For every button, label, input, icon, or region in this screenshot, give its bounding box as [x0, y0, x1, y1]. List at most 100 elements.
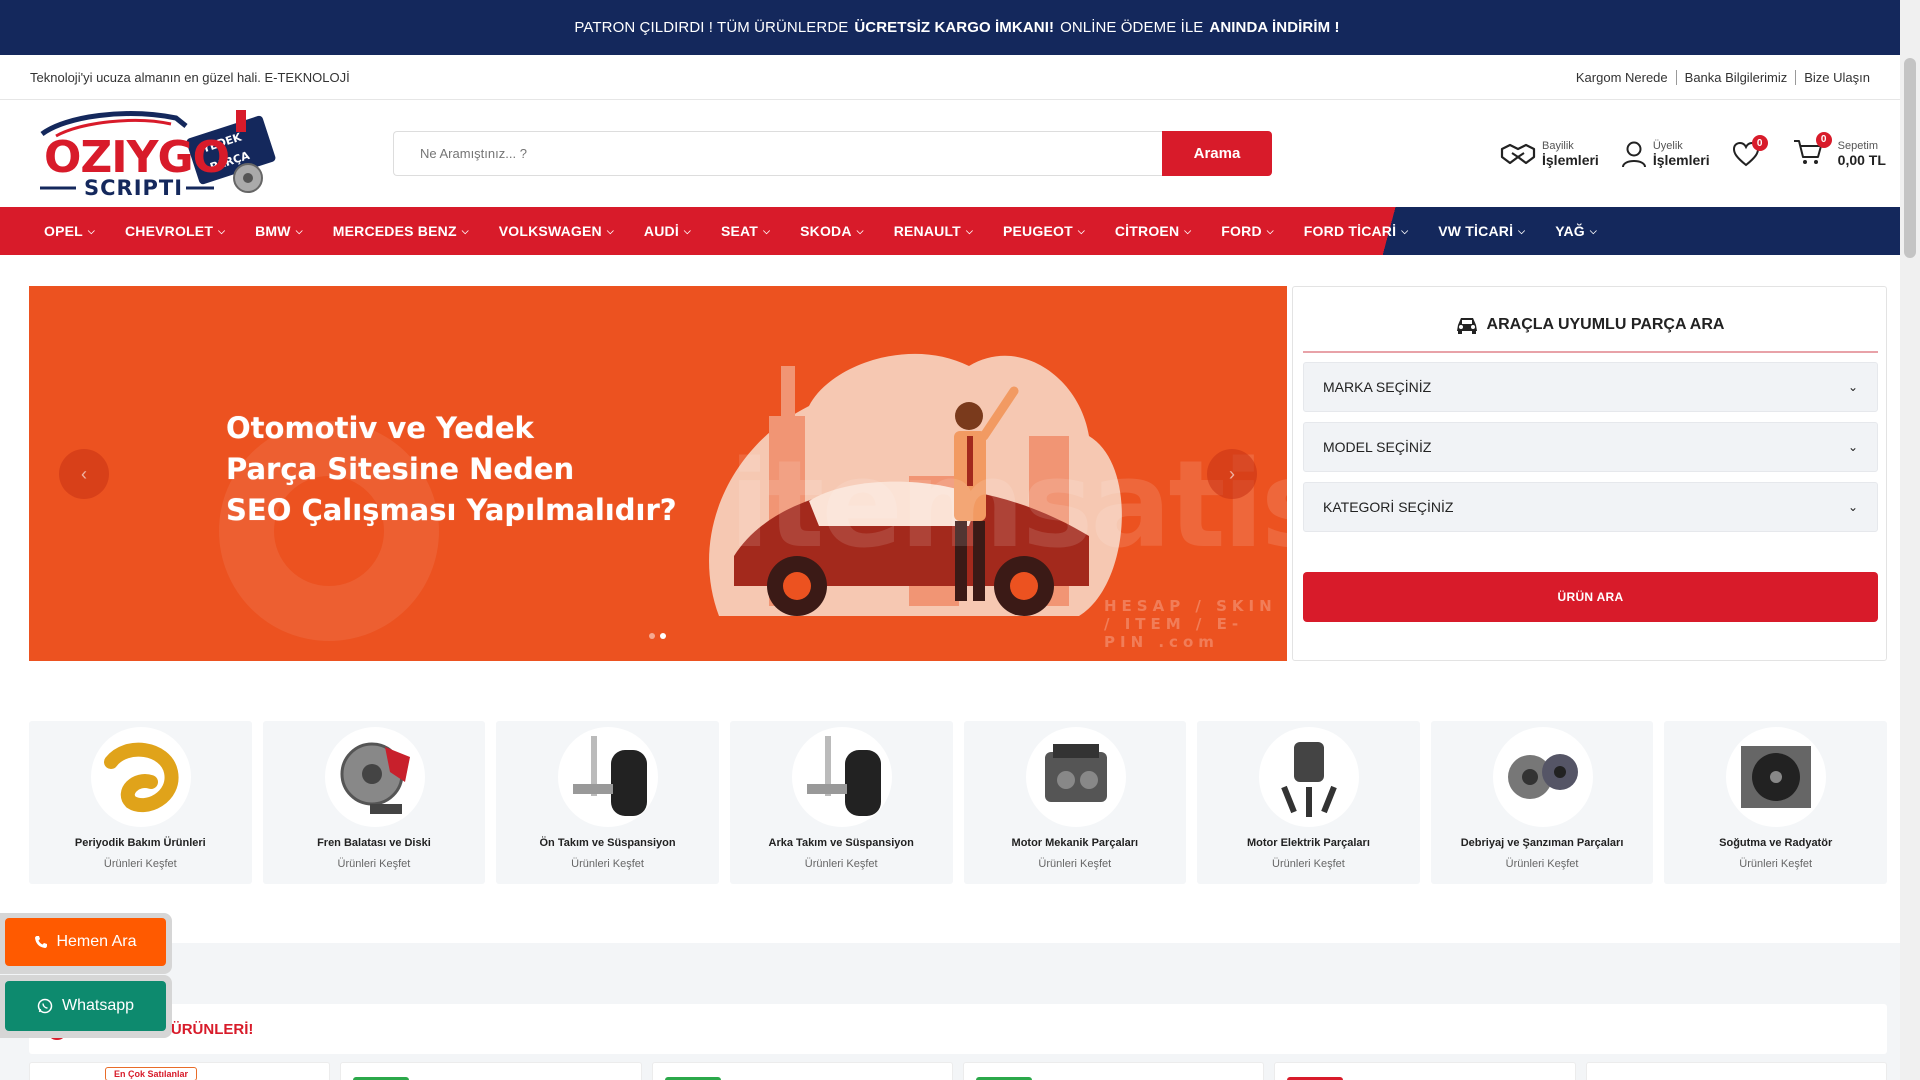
chevron-left-icon: ‹ — [81, 463, 87, 484]
ignition-parts-image — [1259, 727, 1360, 827]
product-card[interactable] — [340, 1062, 642, 1080]
info-bar: Teknoloji'yi ucuza almanın en güzel hali… — [0, 55, 1900, 100]
nav-label: FORD TİCARİ — [1303, 223, 1397, 239]
category-card[interactable]: Arka Takım ve Süspansiyon Ürünleri Keşfe… — [729, 721, 953, 884]
category-card[interactable]: Soğutma ve Radyatör Ürünleri Keşfet — [1664, 721, 1887, 884]
nav-ford-ticari[interactable]: FORD TİCARİ ⌵ — [1304, 223, 1408, 239]
search-button[interactable]: Arama — [1162, 131, 1272, 176]
front-suspension-image — [558, 727, 659, 827]
category-link[interactable]: Ürünleri Keşfet — [1431, 858, 1654, 870]
logo-subtext: SCRIPTI — [84, 176, 184, 200]
nav-ford[interactable]: FORD ⌵ — [1221, 223, 1274, 239]
product-card[interactable] — [962, 1062, 1265, 1080]
category-name: Arka Takım ve Süspansiyon — [768, 837, 914, 849]
member-link[interactable]: Üyelik İşlemleri — [1621, 140, 1710, 169]
category-card[interactable]: Debriyaj ve Şanzıman Parçaları Ürünleri … — [1430, 721, 1654, 884]
link-kargom-nerede[interactable]: Kargom Nerede — [1568, 69, 1677, 85]
nav-label: OPEL — [44, 223, 83, 239]
category-card[interactable]: Ön Takım ve Süspansiyon Ürünleri Keşfet — [496, 721, 719, 884]
category-link[interactable]: Ürünleri Keşfet — [263, 858, 486, 870]
oil-image — [91, 727, 191, 827]
scrollbar-thumb[interactable] — [1904, 58, 1916, 258]
chevron-down-icon: ⌵ — [1401, 225, 1409, 236]
slide-title: Otomotiv ve Yedek Parça Sitesine Neden S… — [226, 411, 677, 528]
model-select[interactable]: MODEL SEÇİNİZ ⌄ — [1303, 422, 1878, 472]
category-link[interactable]: Ürünleri Keşfet — [964, 858, 1187, 870]
find-parts-button[interactable]: ÜRÜN ARA — [1303, 572, 1878, 622]
dealer-link[interactable]: Bayilik İşlemleri — [1500, 140, 1599, 169]
chevron-down-icon: ⌵ — [461, 225, 469, 236]
nav-opel[interactable]: OPEL ⌵ — [44, 223, 95, 239]
chevron-down-icon: ⌵ — [87, 225, 95, 236]
category-name: Fren Balatası ve Diski — [317, 837, 431, 849]
cart-button[interactable]: 0 Sepetim 0,00 TL — [1792, 131, 1886, 171]
slider-next-button[interactable]: › — [1207, 449, 1257, 499]
product-card[interactable] — [651, 1062, 953, 1080]
wishlist-button[interactable]: 0 — [1732, 135, 1768, 167]
category-link[interactable]: Ürünleri Keşfet — [1664, 858, 1887, 870]
link-banka-bilgilerimiz[interactable]: Banka Bilgilerimiz — [1677, 69, 1797, 85]
nav-label: YAĞ — [1555, 223, 1585, 239]
nav-yag[interactable]: YAĞ ⌵ — [1555, 223, 1597, 239]
nav-seat[interactable]: SEAT ⌵ — [721, 223, 770, 239]
chevron-down-icon: ⌵ — [295, 225, 303, 236]
nav-bmw[interactable]: BMW ⌵ — [255, 223, 303, 239]
category-link[interactable]: Ürünleri Keşfet — [1197, 858, 1420, 870]
search-input[interactable] — [393, 131, 1162, 176]
whatsapp-button-label: Whatsapp — [61, 997, 135, 1014]
hero-slider[interactable]: itemsatis HESAP / SKIN / ITEM / E-PIN .c… — [29, 286, 1287, 661]
category-link[interactable]: Ürünleri Keşfet — [496, 858, 719, 870]
nav-label: RENAULT — [893, 223, 961, 239]
deals-header: SON FIRSAT ÜRÜNLERİ! — [29, 1004, 1887, 1054]
slider-prev-button[interactable]: ‹ — [59, 449, 109, 499]
nav-peugeot[interactable]: PEUGEOT ⌵ — [1003, 223, 1085, 239]
site-logo[interactable]: YEDEK PARÇA OZIYGO SCRIPTI — [36, 106, 286, 200]
nav-skoda[interactable]: SKODA ⌵ — [800, 223, 864, 239]
category-name: Debriyaj ve Şanzıman Parçaları — [1460, 837, 1624, 849]
product-card[interactable]: En Çok Satılanlar — [29, 1062, 331, 1080]
nav-renault[interactable]: RENAULT ⌵ — [894, 223, 973, 239]
product-card[interactable] — [1274, 1062, 1576, 1080]
nav-vw-ticari[interactable]: VW TİCARİ ⌵ — [1438, 223, 1525, 239]
member-big: İşlemleri — [1652, 152, 1710, 169]
page-scrollbar[interactable] — [1900, 0, 1920, 1080]
category-card[interactable]: Motor Elektrik Parçaları Ürünleri Keşfet — [1197, 721, 1420, 884]
model-select-label: MODEL SEÇİNİZ — [1323, 439, 1432, 455]
whatsapp-icon — [37, 998, 53, 1014]
product-card[interactable] — [1585, 1062, 1887, 1080]
slider-dot[interactable] — [649, 633, 655, 639]
brake-disc-image — [324, 727, 425, 827]
category-link[interactable]: Ürünleri Keşfet — [730, 858, 953, 870]
category-select[interactable]: KATEGORİ SEÇİNİZ ⌄ — [1303, 482, 1878, 532]
nav-label: FORD — [1221, 223, 1262, 239]
nav-label: PEUGEOT — [1002, 223, 1073, 239]
chevron-down-icon: ⌵ — [856, 225, 864, 236]
link-bize-ulasin[interactable]: Bize Ulaşın — [1796, 70, 1870, 85]
category-link[interactable]: Ürünleri Keşfet — [29, 858, 252, 870]
nav-volkswagen[interactable]: VOLKSWAGEN ⌵ — [499, 223, 614, 239]
brand-select[interactable]: MARKA SEÇİNİZ ⌄ — [1303, 362, 1878, 412]
call-widget: Hemen Ara — [0, 913, 172, 974]
nav-label: SKODA — [800, 223, 852, 239]
cart-total: 0,00 TL — [1837, 152, 1886, 169]
search-bar: Arama — [393, 131, 1272, 176]
call-button[interactable]: Hemen Ara — [5, 918, 166, 966]
category-card[interactable]: Periyodik Bakım Ürünleri Ürünleri Keşfet — [29, 721, 252, 884]
category-card[interactable]: Motor Mekanik Parçaları Ürünleri Keşfet — [963, 721, 1187, 884]
announcement-bold-1: ÜCRETSİZ KARGO İMKANI! — [854, 19, 1055, 36]
whatsapp-button[interactable]: Whatsapp — [5, 981, 166, 1031]
nav-label: VOLKSWAGEN — [498, 223, 602, 239]
nav-chevrolet[interactable]: CHEVROLET ⌵ — [125, 223, 225, 239]
finder-title: ARAÇLA UYUMLU PARÇA ARA — [1293, 315, 1886, 335]
bestseller-badge: En Çok Satılanlar — [105, 1067, 198, 1080]
slider-dot-active[interactable] — [660, 633, 666, 639]
cart-icon-wrap: 0 — [1792, 131, 1832, 171]
announcement-text-2: ONLİNE ÖDEME İLE — [1060, 19, 1204, 36]
nav-citroen[interactable]: CİTROEN ⌵ — [1115, 223, 1191, 239]
category-name: Motor Mekanik Parçaları — [1011, 837, 1139, 849]
nav-mercedes-benz[interactable]: MERCEDES BENZ ⌵ — [333, 223, 469, 239]
phone-icon — [35, 936, 48, 948]
category-card[interactable]: Fren Balatası ve Diski Ürünleri Keşfet — [262, 721, 486, 884]
nav-audi[interactable]: AUDİ ⌵ — [644, 223, 691, 239]
handshake-icon — [1500, 143, 1536, 165]
